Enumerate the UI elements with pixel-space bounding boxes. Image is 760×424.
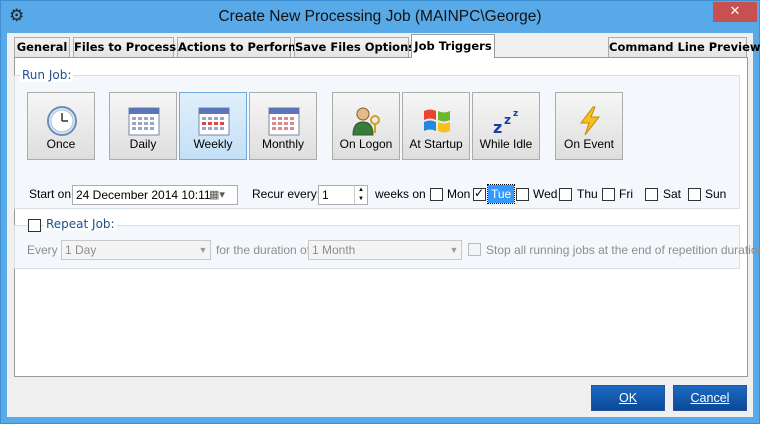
day-thu-checkbox[interactable] [559,188,572,201]
stepper-down-icon[interactable]: ▼ [354,195,367,204]
calendar-daily-icon [128,107,160,136]
user-key-icon [352,107,380,136]
day-tue-label: Tue [486,184,516,204]
calendar-dropdown-icon[interactable]: ▦▾ [209,186,225,204]
day-fri-checkbox[interactable] [602,188,615,201]
start-on-value: 24 December 2014 10:11 [76,188,211,202]
day-sat-label: Sat [663,187,682,201]
dialog-client-area: General Files to Process Actions to Perf… [7,33,760,417]
on-event-button[interactable]: On Event [555,92,623,160]
weekly-button[interactable]: Weekly [179,92,247,160]
tab-general[interactable]: General [14,37,70,57]
once-label: Once [46,137,76,151]
run-job-label: Run Job: [20,68,74,82]
at-startup-button[interactable]: At Startup [402,92,470,160]
day-mon-checkbox[interactable] [430,188,443,201]
chevron-down-icon: ▼ [198,245,208,255]
recur-every-label: Recur every: [252,187,321,201]
on-logon-button[interactable]: On Logon [332,92,400,160]
on-event-label: On Event [563,137,615,151]
calendar-weekly-icon [198,107,230,136]
repeat-job-checkbox[interactable] [28,219,41,232]
tab-save-files-options[interactable]: Save Files Options [294,37,415,57]
weeks-on-label: weeks on [375,187,426,201]
svg-text:z: z [493,118,502,137]
day-sat-checkbox[interactable] [645,188,658,201]
svg-text:z: z [513,109,518,119]
window-title: Create New Processing Job (MAINPC\George… [218,8,542,25]
while-idle-label: While Idle [479,137,533,151]
on-logon-label: On Logon [339,137,393,151]
day-wed-label: Wed [533,187,558,201]
duration-select[interactable]: 1 Month ▼ [308,240,462,260]
once-button[interactable]: Once [27,92,95,160]
recur-value: 1 [322,188,329,202]
at-startup-label: At Startup [409,137,463,151]
duration-value: 1 Month [312,243,356,257]
repeat-job-label: Repeat Job: [44,217,117,231]
tab-job-triggers[interactable]: Job Triggers [411,34,495,58]
recur-weeks-stepper[interactable]: 1 ▲ ▼ [318,185,368,205]
day-thu-label: Thu [577,187,598,201]
close-button[interactable]: ✕ [713,2,757,22]
ok-button[interactable]: OK [591,385,665,411]
day-wed-checkbox[interactable] [516,188,529,201]
tab-actions-to-perform[interactable]: Actions to Perform [177,37,300,57]
day-sun-label: Sun [705,187,727,201]
calendar-monthly-icon [268,107,300,136]
stop-jobs-checkbox[interactable] [468,243,481,256]
stepper-up-icon[interactable]: ▲ [354,186,367,195]
every-value: 1 Day [65,243,97,257]
daily-label: Daily [129,137,157,151]
tab-command-line-preview[interactable]: Command Line Preview [608,37,760,57]
every-label: Every [27,243,58,257]
cancel-button[interactable]: Cancel [673,385,747,411]
day-fri-label: Fri [619,187,633,201]
duration-label: for the duration of: [216,243,314,257]
while-idle-button[interactable]: z z z While Idle [472,92,540,160]
tab-files-to-process[interactable]: Files to Process [73,37,176,57]
day-mon-label: Mon [447,187,471,201]
windows-logo-icon [424,109,450,133]
monthly-button[interactable]: Monthly [249,92,317,160]
day-tue-checkbox[interactable] [473,186,486,201]
monthly-label: Monthly [261,137,305,151]
sleep-zzz-icon: z z z [493,109,518,137]
start-on-label: Start on: [29,187,75,201]
dialog-window: ⚙ Create New Processing Job (MAINPC\Geor… [0,0,760,424]
chevron-down-icon: ▼ [449,245,459,255]
start-on-datetime-field[interactable]: 24 December 2014 10:11 ▦▾ [72,185,238,205]
svg-text:z: z [504,113,511,127]
stop-jobs-label: Stop all running jobs at the end of repe… [486,243,760,257]
lightning-icon [580,106,601,136]
every-select[interactable]: 1 Day ▼ [61,240,211,260]
title-bar[interactable]: ⚙ Create New Processing Job (MAINPC\Geor… [1,1,759,33]
weekly-label: Weekly [193,137,233,151]
clock-icon [47,106,77,136]
day-sun-checkbox[interactable] [688,188,701,201]
daily-button[interactable]: Daily [109,92,177,160]
